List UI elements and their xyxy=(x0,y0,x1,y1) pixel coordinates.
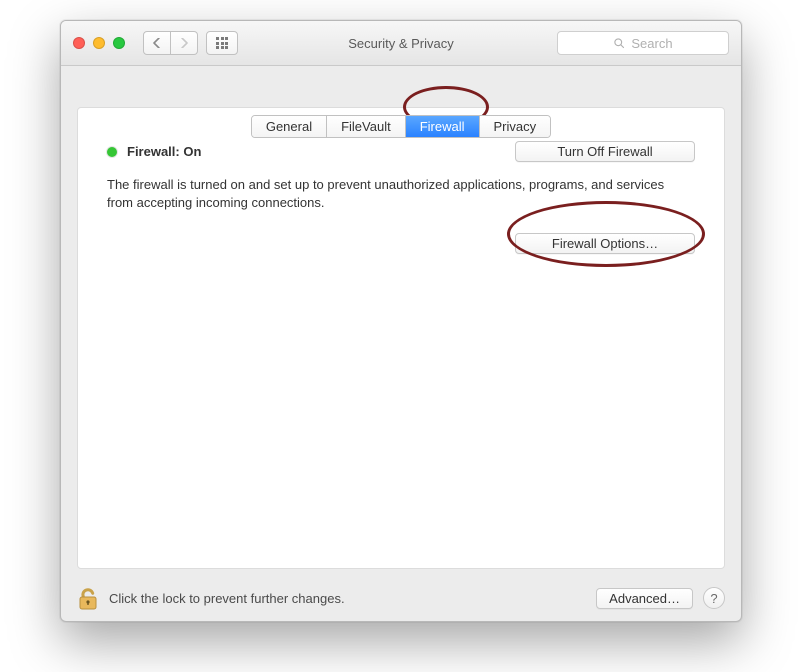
firewall-status-label: Firewall: On xyxy=(127,144,201,159)
titlebar: Security & Privacy Search xyxy=(61,21,741,66)
search-field[interactable]: Search xyxy=(557,31,729,55)
close-window-button[interactable] xyxy=(73,37,85,49)
tab-bar: General FileVault Firewall Privacy xyxy=(61,115,741,138)
firewall-description: The firewall is turned on and set up to … xyxy=(107,176,687,211)
zoom-window-button[interactable] xyxy=(113,37,125,49)
firewall-options-button[interactable]: Firewall Options… xyxy=(515,233,695,254)
content-area: Firewall: On Turn Off Firewall The firew… xyxy=(77,131,725,569)
turn-off-firewall-button[interactable]: Turn Off Firewall xyxy=(515,141,695,162)
search-icon xyxy=(613,37,625,49)
forward-button[interactable] xyxy=(171,31,198,55)
tab-filevault[interactable]: FileVault xyxy=(327,116,406,137)
firewall-options-row: Firewall Options… xyxy=(107,233,695,254)
lock-text: Click the lock to prevent further change… xyxy=(109,591,345,606)
window-title: Security & Privacy xyxy=(348,36,453,51)
chevron-left-icon xyxy=(153,38,161,48)
back-button[interactable] xyxy=(143,31,171,55)
tabs: General FileVault Firewall Privacy xyxy=(251,115,551,138)
grid-icon xyxy=(216,37,228,49)
search-placeholder: Search xyxy=(631,36,672,51)
advanced-button[interactable]: Advanced… xyxy=(596,588,693,609)
status-indicator-icon xyxy=(107,147,117,157)
preferences-window: Security & Privacy Search General FileVa… xyxy=(60,20,742,622)
tab-general[interactable]: General xyxy=(252,116,327,137)
minimize-window-button[interactable] xyxy=(93,37,105,49)
chevron-right-icon xyxy=(180,38,188,48)
help-button[interactable]: ? xyxy=(703,587,725,609)
tab-privacy[interactable]: Privacy xyxy=(480,116,551,137)
firewall-status-row: Firewall: On Turn Off Firewall xyxy=(107,141,695,162)
show-all-button[interactable] xyxy=(206,31,238,55)
tab-firewall[interactable]: Firewall xyxy=(406,116,480,137)
footer: Click the lock to prevent further change… xyxy=(77,585,725,611)
lock-icon[interactable] xyxy=(77,585,99,611)
nav-back-forward xyxy=(143,31,198,55)
window-controls xyxy=(73,37,125,49)
